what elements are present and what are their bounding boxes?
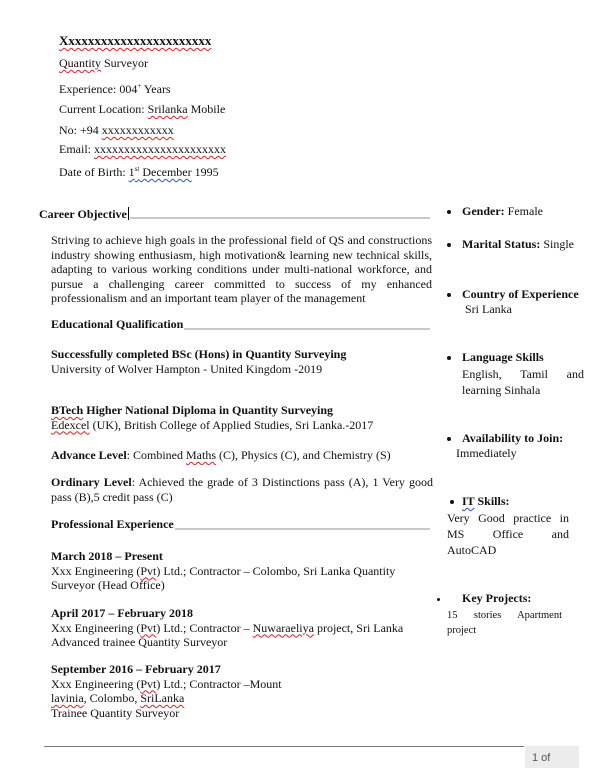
page-footer-rule — [44, 746, 524, 747]
page-indicator: 1 of — [525, 746, 579, 768]
education-advance-level: Advance Level: Combined Maths (C), Physi… — [51, 448, 391, 462]
phone-number: No: +94 xxxxxxxxxxxx — [59, 123, 174, 137]
job-role: Advanced trainee Quantity Surveyor — [51, 635, 228, 650]
key-projects-label: Key Projects: — [462, 591, 532, 605]
key-projects-value: 15 stories Apartment project — [447, 610, 562, 636]
candidate-name: Xxxxxxxxxxxxxxxxxxxxxxx — [59, 33, 212, 48]
experience-years: Experience: 004+ Years — [59, 82, 171, 96]
job-location: lavinia, Colombo, SriLanka — [51, 691, 185, 706]
language-skills-label: Language Skills — [462, 350, 544, 364]
date-of-birth: Date of Birth: 1st December 1995 — [59, 165, 219, 179]
personal-details-sidebar: Gender: Female Marital Status: Single Co… — [437, 0, 608, 740]
job-entry: September 2016 – February 2017 Xxx Engin… — [51, 662, 436, 720]
bullet-icon — [447, 437, 451, 441]
education-heading: Educational Qualification — [51, 317, 184, 331]
job-role: Surveyor (Head Office) — [51, 578, 165, 593]
bullet-icon — [437, 598, 440, 601]
education-bsc: Successfully completed BSc (Hons) in Qua… — [51, 347, 436, 376]
current-location: Current Location: Srilanka Mobile — [59, 102, 226, 116]
career-objective-heading: Career Objective — [39, 207, 129, 221]
job-company: Xxx Engineering (Pvt) Ltd.; Contractor –… — [51, 620, 404, 635]
experience-heading: Professional Experience — [51, 517, 174, 531]
bullet-icon — [447, 356, 451, 360]
bsc-title: Successfully completed BSc (Hons) in Qua… — [51, 347, 347, 361]
job-title: Quantity Surveyor — [59, 56, 148, 70]
it-skills-value: Very Good practice in MS Office and Auto… — [447, 511, 569, 557]
education-ordinary-level: Ordinary Level: Achieved the grade of 3 … — [51, 475, 433, 504]
bullet-icon — [447, 293, 451, 297]
availability-label: Availability to Join: — [462, 431, 564, 445]
job-period: March 2018 – Present — [51, 549, 163, 563]
job-period: September 2016 – February 2017 — [51, 662, 221, 676]
btech-title: BTech Higher National Diploma in Quantit… — [51, 403, 334, 417]
job-company: Xxx Engineering (Pvt) Ltd.; Contractor –… — [51, 676, 282, 691]
experience-rule — [175, 528, 430, 530]
job-company: Xxx Engineering (Pvt) Ltd.; Contractor –… — [51, 563, 396, 578]
job-period: April 2017 – February 2018 — [51, 606, 193, 620]
text-cursor — [127, 207, 129, 220]
language-skills-value: English, Tamil and learning Sinhala — [462, 367, 584, 397]
availability-value: Immediately — [456, 446, 517, 460]
education-rule — [184, 328, 430, 330]
email: Email: xxxxxxxxxxxxxxxxxxxxxx — [59, 142, 226, 156]
education-btech: BTech Higher National Diploma in Quantit… — [51, 403, 436, 432]
bullet-icon — [447, 243, 451, 247]
country-of-experience-value: Sri Lanka — [465, 302, 512, 316]
bsc-detail: University of Wolver Hampton - United Ki… — [51, 361, 323, 376]
btech-detail: Edexcel (UK), British College of Applied… — [51, 417, 374, 432]
job-entry: March 2018 – Present Xxx Engineering (Pv… — [51, 549, 436, 593]
career-objective-text: Striving to achieve high goals in the pr… — [51, 233, 432, 306]
it-skills-label: IT Skills: — [462, 494, 510, 508]
bullet-icon — [447, 210, 451, 214]
country-of-experience-label: Country of Experience — [462, 287, 579, 301]
marital-status-field: Marital Status: Single — [462, 237, 574, 251]
job-entry: April 2017 – February 2018 Xxx Engineeri… — [51, 606, 436, 650]
job-role: Trainee Quantity Surveyor — [51, 705, 180, 720]
career-objective-rule — [130, 217, 430, 219]
bullet-icon — [450, 500, 454, 504]
gender-field: Gender: Female — [462, 204, 543, 218]
